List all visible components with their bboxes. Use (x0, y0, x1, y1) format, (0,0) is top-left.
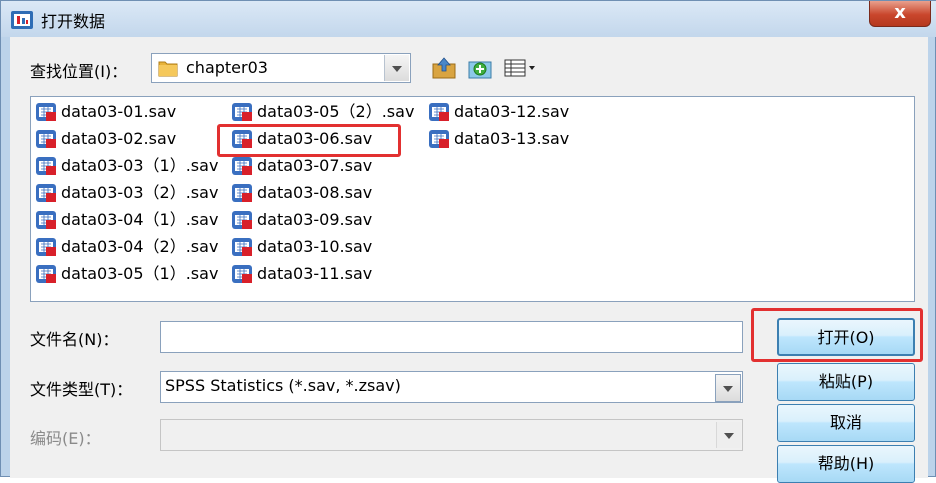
filetype-label: 文件类型(T)： (30, 380, 133, 399)
file-name: data03-09.sav (257, 210, 373, 229)
spss-app-icon (11, 11, 33, 29)
encoding-label: 编码(E)： (30, 429, 101, 448)
sav-file-icon (232, 211, 252, 229)
filetype-value: SPSS Statistics (*.sav, *.zsav) (165, 376, 401, 395)
paste-button[interactable]: 粘贴(P) (777, 363, 915, 401)
open-data-dialog: 打开数据 x 查找位置(I)： chapter03 data03-01.sav d… (0, 0, 936, 483)
file-name: data03-03（2）.sav (61, 183, 219, 202)
sav-file-icon (232, 265, 252, 283)
filename-input[interactable] (160, 321, 743, 353)
title-bar: 打开数据 x (1, 1, 936, 37)
sav-file-icon (232, 103, 252, 121)
file-name: data03-02.sav (61, 129, 177, 148)
close-button[interactable]: x (869, 1, 931, 27)
chevron-down-icon[interactable] (715, 374, 741, 402)
filename-label: 文件名(N)： (30, 330, 119, 349)
file-highlight-annotation (217, 124, 401, 157)
file-name: data03-05（1）.sav (61, 264, 219, 283)
lookin-label: 查找位置(I)： (30, 62, 128, 81)
chevron-down-icon (716, 422, 741, 448)
sav-file-icon (36, 265, 56, 283)
file-name: data03-04（1）.sav (61, 210, 219, 229)
file-list[interactable]: data03-01.sav data03-02.sav data03-03（1）.s… (30, 96, 915, 302)
file-name: data03-03（1）.sav (61, 156, 219, 175)
sav-file-icon (36, 238, 56, 256)
help-button[interactable]: 帮助(H) (777, 445, 915, 483)
file-name: data03-01.sav (61, 102, 177, 121)
sav-file-icon (429, 130, 449, 148)
sav-file-icon (429, 103, 449, 121)
lookin-dropdown[interactable]: chapter03 (151, 53, 411, 83)
file-name: data03-10.sav (257, 237, 373, 256)
file-name: data03-04（2）.sav (61, 237, 219, 256)
file-name: data03-12.sav (454, 102, 570, 121)
close-icon: x (894, 2, 906, 23)
up-folder-icon[interactable] (431, 56, 457, 80)
sav-file-icon (232, 238, 252, 256)
file-name: data03-08.sav (257, 183, 373, 202)
filetype-dropdown[interactable]: SPSS Statistics (*.sav, *.zsav) (160, 371, 743, 403)
sav-file-icon (232, 184, 252, 202)
lookin-value: chapter03 (186, 58, 268, 77)
sav-file-icon (36, 130, 56, 148)
sav-file-icon (36, 184, 56, 202)
window-title: 打开数据 (41, 12, 106, 31)
file-name: data03-13.sav (454, 129, 570, 148)
folder-icon (158, 61, 178, 77)
sav-file-icon (232, 157, 252, 175)
cancel-button[interactable]: 取消 (777, 404, 915, 442)
chevron-down-icon[interactable] (384, 55, 409, 81)
file-name: data03-05（2）.sav (257, 102, 415, 121)
sav-file-icon (36, 103, 56, 121)
file-name: data03-07.sav (257, 156, 373, 175)
open-button[interactable]: 打开(O) (777, 318, 915, 356)
view-menu-icon[interactable] (503, 56, 539, 80)
sav-file-icon (36, 211, 56, 229)
sav-file-icon (36, 157, 56, 175)
new-folder-icon[interactable] (467, 56, 493, 80)
encoding-dropdown (160, 419, 743, 451)
file-name: data03-11.sav (257, 264, 373, 283)
